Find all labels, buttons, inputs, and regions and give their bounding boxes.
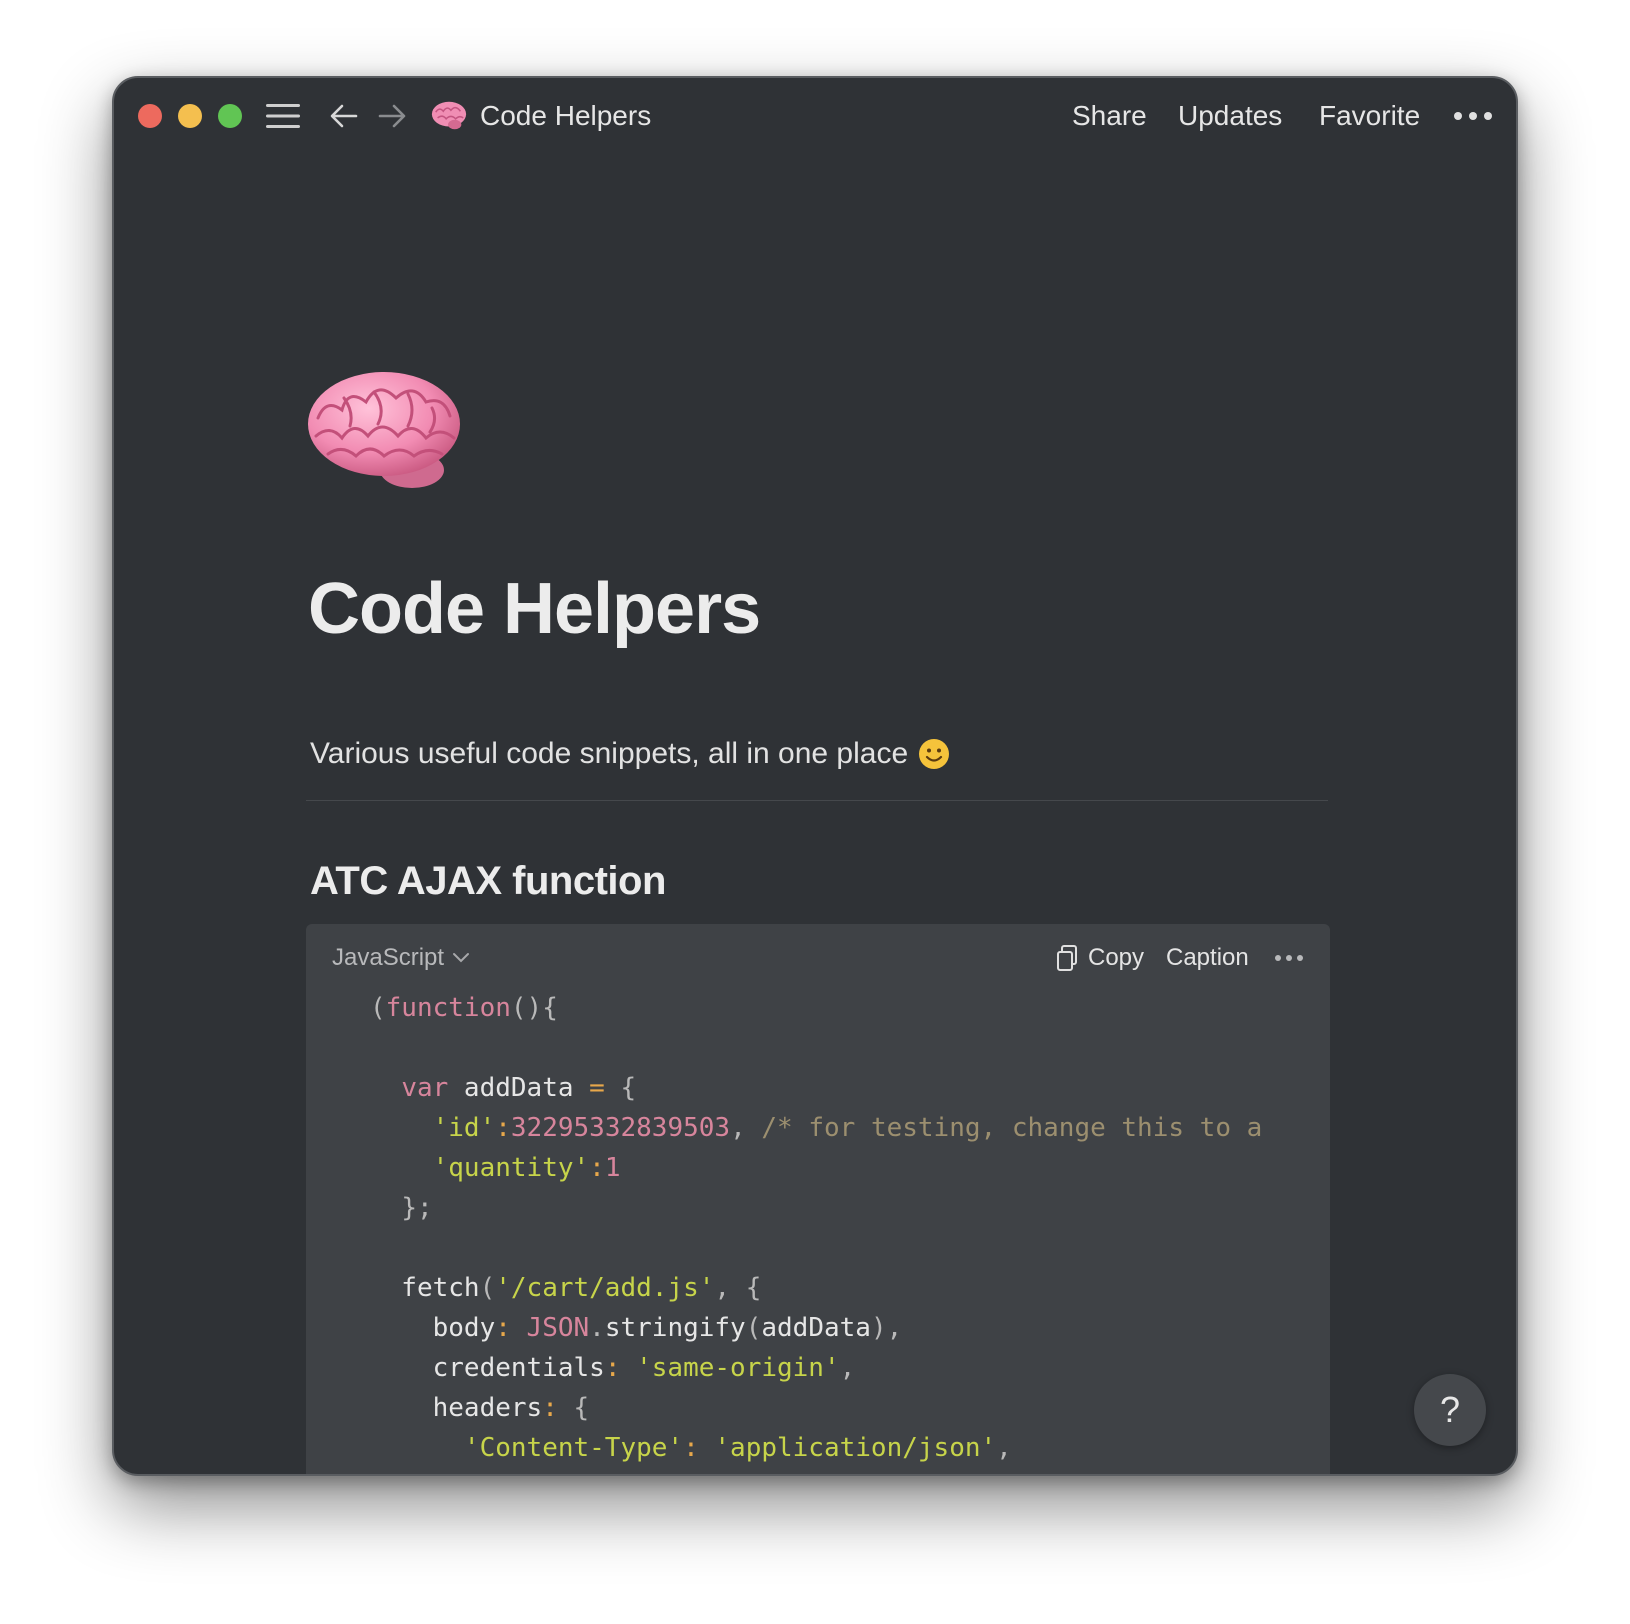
- app-window: Code Helpers Share Updates Favorite Code…: [112, 76, 1518, 1476]
- title-bar: Code Helpers Share Updates Favorite: [114, 78, 1516, 156]
- code-content[interactable]: (function(){ ​ var addData = { 'id':32295…: [370, 988, 1262, 1468]
- minimize-window-button[interactable]: [178, 104, 202, 128]
- page-description[interactable]: Various useful code snippets, all in one…: [310, 734, 950, 774]
- code-line: 'quantity':1: [432, 1153, 621, 1183]
- code-line: headers: {: [370, 1393, 590, 1423]
- favorite-button[interactable]: Favorite: [1319, 98, 1420, 134]
- copy-button[interactable]: Copy: [1056, 942, 1144, 974]
- page-title-breadcrumb[interactable]: Code Helpers: [480, 98, 651, 134]
- code-line: credentials: 'same-origin',: [370, 1353, 856, 1383]
- language-selector[interactable]: JavaScript: [332, 942, 470, 974]
- code-line: 'Content-Type': 'application/json',: [463, 1433, 1012, 1463]
- smiling-face-icon: [919, 739, 950, 769]
- forward-arrow-icon[interactable]: [376, 100, 408, 132]
- brain-icon[interactable]: [304, 358, 464, 498]
- code-line: body: JSON.stringify(addData),: [370, 1313, 903, 1343]
- more-options-icon[interactable]: [1274, 952, 1304, 964]
- section-heading[interactable]: ATC AJAX function: [310, 856, 666, 906]
- page-description-text: Various useful code snippets, all in one…: [310, 737, 909, 770]
- code-block[interactable]: JavaScript Copy Caption (function(){ ​ va…: [306, 924, 1330, 1474]
- copy-label: Copy: [1088, 944, 1145, 971]
- code-line: 'id':32295332839503, /* for testing, cha…: [432, 1113, 1263, 1143]
- share-button[interactable]: Share: [1072, 98, 1147, 134]
- more-options-icon[interactable]: [1452, 106, 1494, 126]
- code-line: ​: [370, 1028, 1262, 1068]
- code-line: fetch('/cart/add.js', {: [370, 1273, 762, 1303]
- copy-icon: [1057, 945, 1077, 971]
- updates-button[interactable]: Updates: [1178, 98, 1282, 134]
- maximize-window-button[interactable]: [218, 104, 242, 128]
- sidebar-toggle-icon[interactable]: [266, 102, 300, 130]
- help-button[interactable]: ?: [1414, 1374, 1486, 1446]
- close-window-button[interactable]: [138, 104, 162, 128]
- code-line: (function(){: [370, 993, 558, 1023]
- code-line: };: [401, 1193, 433, 1223]
- page-title[interactable]: Code Helpers: [308, 564, 761, 654]
- chevron-down-icon: [453, 953, 470, 963]
- brain-icon: [431, 101, 467, 130]
- caption-button[interactable]: Caption: [1166, 942, 1249, 974]
- back-arrow-icon[interactable]: [328, 100, 360, 132]
- code-line: ​: [370, 1228, 1262, 1268]
- language-label: JavaScript: [332, 944, 445, 971]
- divider: [306, 800, 1328, 801]
- code-line: var addData = {: [401, 1073, 637, 1103]
